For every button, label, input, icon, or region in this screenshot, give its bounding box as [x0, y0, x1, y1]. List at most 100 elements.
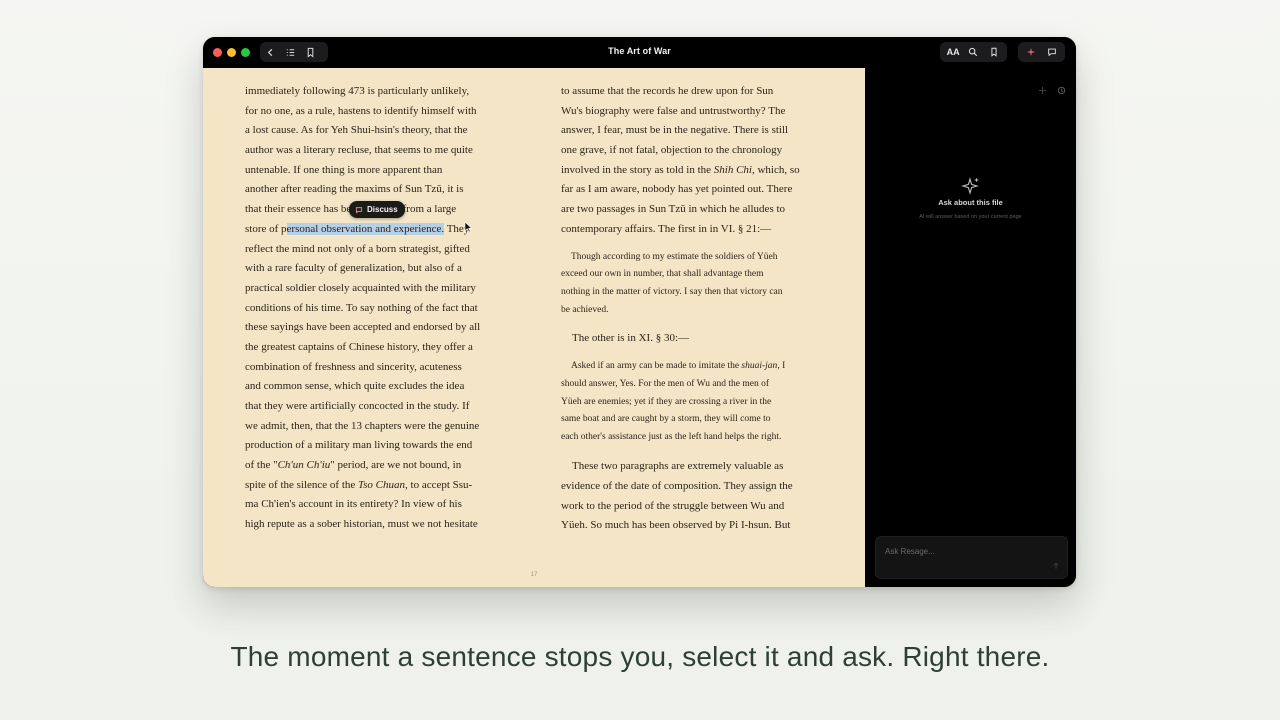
empty-state-subtitle: AI will answer based on your current pag… — [919, 214, 1022, 220]
bookmark-icon — [991, 47, 997, 57]
block-quote: Though according to my estimate the sold… — [561, 249, 831, 321]
text-line: far as I am aware, nobody has yet pointe… — [561, 183, 793, 196]
text-segment: , I — [777, 360, 786, 371]
text-line: evidence of the date of composition. The… — [561, 479, 793, 492]
text-line: untenable. If one thing is more apparent… — [245, 163, 443, 176]
text-line: store of personal observation and experi… — [245, 220, 515, 240]
font-settings-button[interactable]: AA — [945, 44, 961, 60]
empty-state-title: Ask about this file — [938, 198, 1003, 207]
arrow-up-icon — [1053, 562, 1059, 569]
text-line: combination of freshness and sincerity, … — [245, 360, 462, 373]
ai-tools — [1018, 42, 1065, 62]
text-line: reflect the mind not only of a born stra… — [245, 242, 470, 255]
marketing-caption: The moment a sentence stops you, select … — [230, 641, 1050, 672]
paragraph: The other is in XI. § 30:— — [561, 329, 831, 349]
text-line: work to the period of the struggle betwe… — [561, 499, 785, 512]
add-bookmark-button[interactable] — [986, 44, 1002, 60]
text-line: ma Ch'ien's account in its entirety? In … — [245, 498, 462, 511]
text-segment: that their essence has — [245, 203, 341, 216]
text-line: these sayings have been accepted and end… — [245, 321, 481, 334]
italic-text: Tso Chuan — [358, 478, 406, 491]
right-column: to assume that the records he drew upon … — [561, 82, 831, 536]
left-column: immediately following 473 is particularl… — [245, 82, 515, 535]
italic-text: Ch'un Ch'iu — [277, 459, 331, 472]
ai-assistant-button[interactable] — [1023, 44, 1039, 60]
reader-window: The Art of War AA immediately following … — [203, 37, 1076, 587]
text-line: one grave, if not fatal, objection to th… — [561, 144, 783, 157]
text-segment: " period, are we not bound, in — [330, 459, 462, 472]
book-page[interactable]: immediately following 473 is particularl… — [203, 68, 865, 587]
page-number: 17 — [530, 572, 538, 578]
italic-text: shuai-jan — [741, 360, 778, 371]
text-line: we admit, then, that the 13 chapters wer… — [245, 419, 480, 432]
plus-icon — [1038, 86, 1047, 95]
quote-line: Though according to my estimate the sold… — [571, 251, 778, 262]
text-line: with a rare faculty of generalization, b… — [245, 262, 462, 275]
search-button[interactable] — [965, 44, 981, 60]
text-line: another after reading the maxims of Sun … — [245, 183, 464, 196]
block-quote: Asked if an army can be made to imitate … — [561, 358, 831, 447]
chat-icon — [355, 206, 363, 213]
quote-line: exceed our own in number, that shall adv… — [561, 269, 764, 280]
paragraph: These two paragraphs are extremely valua… — [561, 457, 831, 536]
text-line: that they were artificially concocted in… — [245, 400, 470, 412]
text-line: author was a literary recluse, that seem… — [245, 144, 473, 157]
quote-line: nothing in the matter of victory. I say … — [561, 287, 783, 298]
quote-line: should answer, Yes. For the men of Wu an… — [561, 378, 770, 389]
text-line: of the "Ch'un Ch'iu" period, are we not … — [245, 456, 515, 476]
text-line: spite of the silence of the Tso Chuan, t… — [245, 476, 515, 496]
chat-icon — [1047, 48, 1056, 57]
text-line: Wu's biography were false and untrustwor… — [561, 104, 786, 117]
history-icon — [1057, 86, 1066, 95]
sidebar-actions — [1038, 86, 1066, 95]
search-icon — [969, 47, 978, 57]
quote-line: be achieved. — [561, 305, 609, 316]
text-line: answer, I fear, must be in the negative.… — [561, 124, 789, 137]
text-line: high repute as a sober historian, must w… — [245, 518, 478, 531]
text-line: conditions of his time. To say nothing o… — [245, 301, 478, 314]
chat-composer — [875, 536, 1068, 579]
quote-line: Asked if an army can be made to imitate … — [571, 358, 831, 376]
text-line: These two paragraphs are extremely valua… — [572, 460, 784, 473]
quote-line: same boat and are caught by a storm, the… — [561, 414, 771, 425]
text-line: The other is in XI. § 30:— — [572, 332, 690, 345]
text-segment: of the " — [245, 459, 278, 472]
chat-panel-button[interactable] — [1044, 44, 1060, 60]
text-segment: Asked if an army can be made to imitate … — [571, 360, 742, 371]
text-segment: store of p — [245, 222, 287, 235]
quote-line: Yüeh are enemies; yet if they are crossi… — [561, 396, 772, 407]
text-line: for no one, as a rule, hastens to identi… — [245, 104, 477, 117]
mouse-cursor-icon — [464, 221, 472, 233]
text-line: Yüeh. So much has been observed by Pi I-… — [561, 519, 791, 532]
text-line: immediately following 473 is particularl… — [245, 85, 470, 97]
history-button[interactable] — [1057, 86, 1066, 95]
text-line: a lost cause. As for Yeh Shui-hsin's the… — [245, 124, 468, 137]
italic-text: Shih Chi — [713, 163, 752, 176]
ai-sidebar: Ask about this file AI will answer based… — [865, 68, 1076, 587]
new-chat-button[interactable] — [1038, 86, 1047, 95]
text-line: production of a military man living towa… — [245, 439, 473, 452]
text-line: and common sense, which quite excludes t… — [245, 380, 465, 393]
text-segment: spite of the silence of the — [245, 478, 359, 491]
text-line: to assume that the records he drew upon … — [561, 85, 774, 97]
ask-input[interactable] — [885, 545, 1055, 557]
text-segment: , which, so — [751, 163, 800, 176]
quote-line: each other's assistance just as the left… — [561, 432, 782, 443]
sparkle-icon — [1027, 47, 1036, 57]
title-bar: The Art of War AA — [203, 37, 1076, 68]
text-line: practical soldier closely acquainted wit… — [245, 281, 476, 294]
send-button[interactable] — [1052, 562, 1060, 572]
discuss-button[interactable]: Discuss — [349, 201, 405, 218]
text-line: are two passages in Sun Tzŭ in which he … — [561, 203, 786, 216]
text-line: involved in the story as told in the Shi… — [561, 161, 831, 181]
sparkle-icon — [961, 177, 979, 195]
text-segment: , to accept Ssu- — [405, 478, 473, 491]
text-line: contemporary affairs. The first in in VI… — [561, 222, 772, 235]
selected-text[interactable]: ersonal observation and experience. — [286, 222, 445, 235]
discuss-label: Discuss — [367, 205, 398, 214]
reader-tools: AA — [940, 42, 1007, 62]
left-lines-b: reflect the mind not only of a born stra… — [245, 240, 515, 457]
left-lines-a: immediately following 473 is particularl… — [245, 82, 515, 200]
text-segment: involved in the story as told in the — [561, 163, 714, 176]
text-line: the greatest captains of Chinese history… — [245, 340, 473, 353]
